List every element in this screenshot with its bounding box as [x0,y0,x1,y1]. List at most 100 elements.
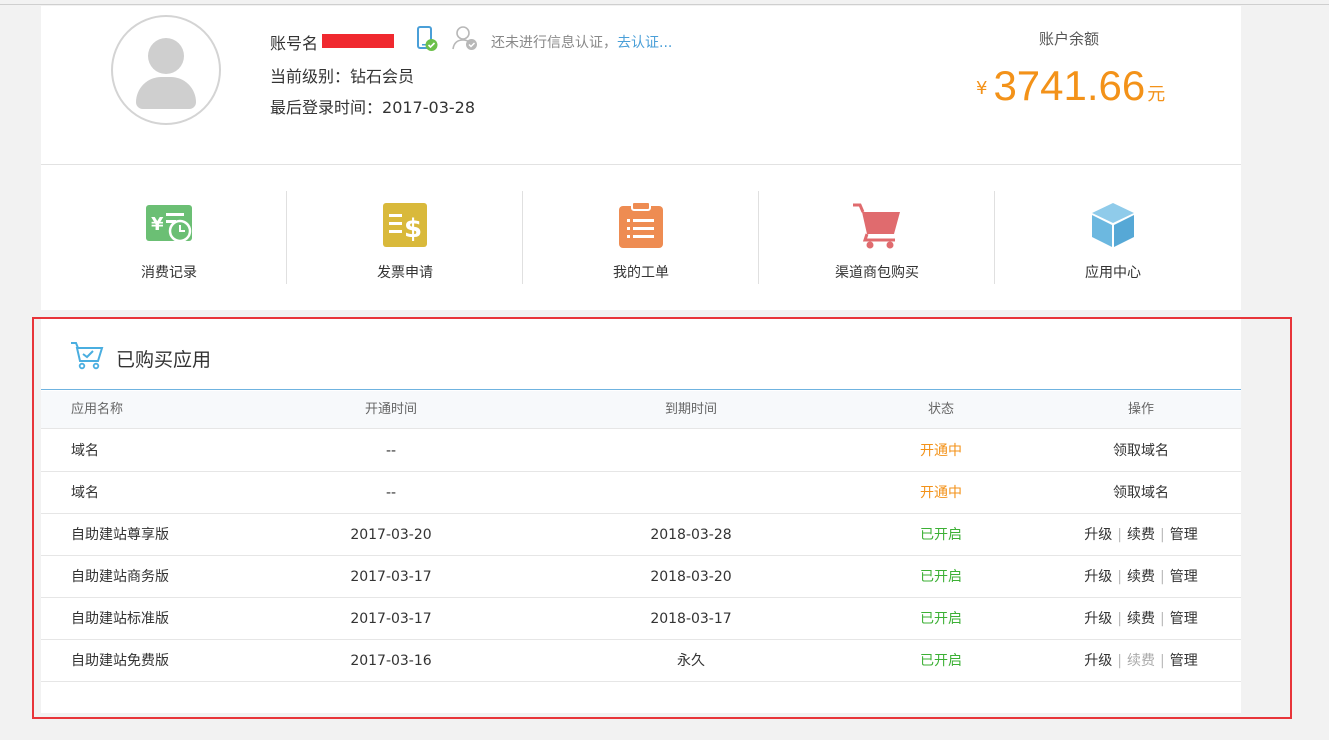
account-name-label: 账号名 [270,34,319,53]
quick-link-channel-purchase-label: 渠道商包购买 [835,265,919,281]
manage-link[interactable]: 管理 [1170,527,1198,543]
member-level-label: 当前级别： [270,67,351,86]
column-header-expire-time: 到期时间 [664,402,717,417]
row-actions: 升级 | 续费 | 管理 [1041,514,1241,556]
claim-domain-link[interactable]: 领取域名 [1113,485,1169,501]
manage-link[interactable]: 管理 [1170,653,1198,669]
action-separator: | [1117,611,1122,627]
renew-link[interactable]: 续费 [1127,527,1155,543]
cube-icon [1092,203,1134,247]
quick-link-app-center[interactable]: 应用中心 [995,191,1231,284]
expire-time: 2018-03-17 [650,611,732,627]
upgrade-link[interactable]: 升级 [1084,611,1112,627]
upgrade-link[interactable]: 升级 [1084,527,1112,543]
row-actions: 升级 | 续费 | 管理 [1041,598,1241,640]
upgrade-link[interactable]: 升级 [1084,653,1112,669]
member-level-value: 钻石会员 [350,67,415,86]
app-name: 自助建站免费版 [71,653,169,669]
row-actions: 领取域名 [1041,430,1241,472]
purchased-apps-panel: 已购买应用 应用名称 开通时间 到期时间 状态 操作 域名 -- 开通中 领取域… [41,318,1241,713]
expire-time: 2018-03-20 [650,569,732,585]
purchased-apps-title: 已购买应用 [116,349,212,371]
last-login-label: 最后登录时间： [270,98,383,117]
avatar-head [148,38,184,74]
table-row: 域名 -- 开通中 领取域名 [41,430,1241,472]
app-name: 自助建站商务版 [71,569,169,585]
manage-link[interactable]: 管理 [1170,569,1198,585]
action-separator: | [1160,569,1165,585]
profile-panel: 账号名 还未进行信息认证，去认证... 当前级别：钻石会员 最后登录时间：201… [41,6,1241,165]
open-time: 2017-03-16 [350,653,432,669]
invoice-icon: $ [383,203,427,247]
column-header-open-time: 开通时间 [364,402,417,417]
balance-value: 3741.66 [993,62,1146,109]
table-row: 自助建站尊享版 2017-03-20 2018-03-28 已开启 升级 | 续费 |… [41,514,1241,556]
app-name: 自助建站尊享版 [71,527,169,543]
quick-link-channel-purchase[interactable]: 渠道商包购买 [759,191,995,284]
balance-amount: ¥3741.66 元 [976,62,1165,110]
account-name-line: 账号名 [270,30,395,54]
app-name: 自助建站标准版 [71,611,169,627]
verify-status-text: 还未进行信息认证， [491,35,617,51]
quick-links-panel: ¥ 消费记录 $ 发票申请 我的工单 渠道商包购买 应用中心 [41,165,1241,310]
table-row: 自助建站标准版 2017-03-17 2018-03-17 已开启 升级 | 续费 |… [41,598,1241,640]
shopping-cart-icon [853,203,900,249]
quick-link-invoice-label: 发票申请 [377,265,433,281]
renew-link[interactable]: 续费 [1127,569,1155,585]
clipboard-icon [619,201,663,248]
last-login-value: 2017-03-28 [382,98,475,117]
open-time: 2017-03-17 [350,569,432,585]
status-badge: 开通中 [920,485,962,501]
status-badge: 已开启 [920,653,962,669]
row-actions: 升级 | 续费 | 管理 [1041,640,1241,682]
action-separator: | [1117,653,1122,669]
manage-link[interactable]: 管理 [1170,611,1198,627]
status-badge: 已开启 [920,569,962,585]
claim-domain-link[interactable]: 领取域名 [1113,443,1169,459]
balance-label: 账户余额 [1039,30,1100,48]
action-separator: | [1117,527,1122,543]
open-time: -- [385,443,397,459]
status-badge: 开通中 [920,443,962,459]
member-level-line: 当前级别：钻石会员 [270,63,414,87]
last-login-line: 最后登录时间：2017-03-28 [270,94,475,118]
action-separator: | [1160,611,1165,627]
verify-link[interactable]: 去认证... [617,35,672,51]
row-actions: 领取域名 [1041,472,1241,514]
table-row: 自助建站商务版 2017-03-17 2018-03-20 已开启 升级 | 续费 |… [41,556,1241,598]
phone-verified-icon[interactable] [416,26,438,52]
quick-link-app-center-label: 应用中心 [1085,265,1141,281]
open-time: 2017-03-17 [350,611,432,627]
row-actions: 升级 | 续费 | 管理 [1041,556,1241,598]
renew-link[interactable]: 续费 [1127,611,1155,627]
column-header-actions: 操作 [1127,402,1154,417]
quick-link-invoice[interactable]: $ 发票申请 [287,191,523,284]
svg-text:¥: ¥ [151,214,164,235]
table-row: 自助建站免费版 2017-03-16 永久 已开启 升级 | 续费 | 管理 [41,640,1241,682]
consumption-record-icon: ¥ [146,205,192,243]
open-time: -- [385,485,397,501]
quick-link-tickets[interactable]: 我的工单 [523,191,759,284]
column-header-status: 状态 [927,402,954,417]
quick-link-tickets-label: 我的工单 [613,265,669,281]
avatar[interactable] [111,15,221,125]
identity-verify-icon[interactable] [452,25,478,51]
action-separator: | [1160,527,1165,543]
purchased-apps-header: 已购买应用 [41,318,1241,390]
status-badge: 已开启 [920,611,962,627]
expire-time: 2018-03-28 [650,527,732,543]
action-separator: | [1117,569,1122,585]
renew-link-disabled: 续费 [1127,653,1155,669]
account-name-redacted [322,34,395,48]
avatar-body [136,77,196,109]
quick-link-consumption[interactable]: ¥ 消费记录 [51,191,287,284]
status-badge: 已开启 [920,527,962,543]
app-name: 域名 [71,443,99,459]
svg-text:$: $ [404,214,422,244]
upgrade-link[interactable]: 升级 [1084,569,1112,585]
app-name: 域名 [71,485,99,501]
table-header: 应用名称 开通时间 到期时间 状态 操作 [41,391,1241,429]
column-header-name: 应用名称 [71,402,124,417]
expire-time: 永久 [677,653,705,669]
verify-status: 还未进行信息认证，去认证... [491,32,672,52]
